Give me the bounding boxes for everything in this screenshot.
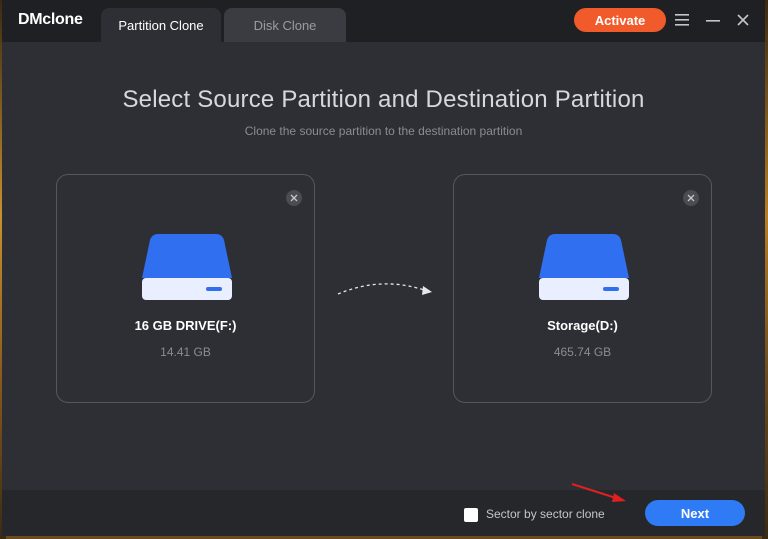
app-window: DMclone Partition Clone Disk Clone Activ… xyxy=(2,0,765,536)
page-title: Select Source Partition and Destination … xyxy=(122,86,645,113)
clone-direction-arrow-icon xyxy=(336,278,436,305)
tab-label: Disk Clone xyxy=(253,17,317,33)
title-bar: DMclone Partition Clone Disk Clone Activ… xyxy=(2,0,765,42)
minimize-icon[interactable] xyxy=(702,8,724,32)
hamburger-menu-icon[interactable] xyxy=(671,8,693,32)
source-partition-card[interactable]: 16 GB DRIVE(F:) 14.41 GB xyxy=(56,174,315,403)
tab-label: Partition Clone xyxy=(118,17,204,33)
activate-button[interactable]: Activate xyxy=(574,8,666,32)
next-button[interactable]: Next xyxy=(645,500,745,526)
drive-icon xyxy=(537,230,631,307)
source-drive-name: 16 GB DRIVE(F:) xyxy=(134,318,237,333)
remove-source-close-icon[interactable] xyxy=(286,190,302,206)
drive-icon xyxy=(140,230,234,307)
annotation-arrow-icon xyxy=(570,481,630,510)
remove-destination-close-icon[interactable] xyxy=(683,190,699,206)
tab-partition-clone[interactable]: Partition Clone xyxy=(101,8,221,42)
sector-by-sector-checkbox[interactable] xyxy=(464,508,478,522)
tab-disk-clone[interactable]: Disk Clone xyxy=(224,8,346,42)
close-icon[interactable] xyxy=(732,8,754,32)
destination-drive-name: Storage(D:) xyxy=(547,318,618,333)
source-drive-size: 14.41 GB xyxy=(160,345,211,359)
app-brand: DMclone xyxy=(18,11,83,28)
page-subtitle: Clone the source partition to the destin… xyxy=(244,124,523,138)
destination-partition-card[interactable]: Storage(D:) 465.74 GB xyxy=(453,174,712,403)
destination-drive-size: 465.74 GB xyxy=(553,345,612,359)
